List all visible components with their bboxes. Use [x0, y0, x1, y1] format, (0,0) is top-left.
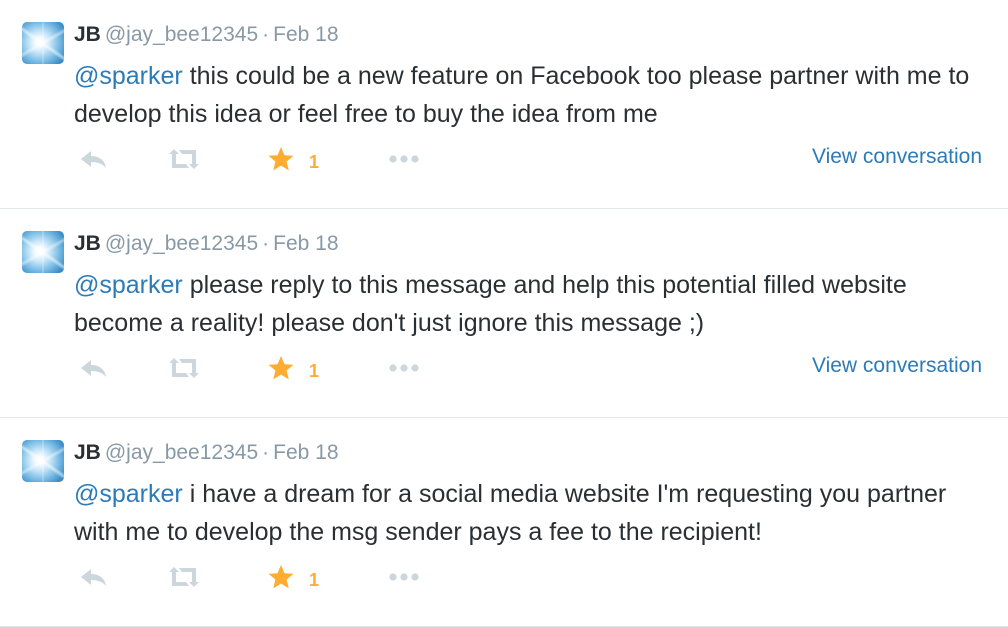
favorite-count: 1: [309, 152, 320, 172]
star-icon[interactable]: [267, 354, 295, 382]
reply-icon[interactable]: [78, 565, 108, 589]
tweet-header: JB @jay_bee12345 · Feb 18: [74, 22, 339, 48]
tweet-date[interactable]: Feb 18: [273, 441, 338, 464]
tweet-header: JB @jay_bee12345 · Feb 18: [74, 231, 339, 257]
separator: ·: [262, 23, 270, 46]
mention-link[interactable]: @sparker: [74, 62, 183, 90]
user-handle[interactable]: @jay_bee12345: [105, 232, 258, 255]
tweet[interactable]: JB @jay_bee12345 · Feb 18 @sparker i have a…: [0, 418, 1008, 627]
user-name[interactable]: JB: [74, 23, 101, 46]
more-icon[interactable]: [386, 565, 422, 589]
favorite-count: 1: [309, 570, 320, 590]
mention-link[interactable]: @sparker: [74, 271, 183, 299]
tweet-actions: 1 View conversation: [74, 350, 1004, 390]
tweet[interactable]: JB @jay_bee12345 · Feb 18 @sparker please r…: [0, 209, 1008, 418]
tweet-date[interactable]: Feb 18: [273, 232, 338, 255]
mention-link[interactable]: @sparker: [74, 480, 183, 508]
more-icon[interactable]: [386, 356, 422, 380]
retweet-icon[interactable]: [166, 356, 202, 380]
tweet[interactable]: JB @jay_bee12345 · Feb 18 @sparker this cou…: [0, 0, 1008, 209]
user-handle[interactable]: @jay_bee12345: [105, 441, 258, 464]
tweet-actions: 1: [74, 559, 1004, 599]
star-icon[interactable]: [267, 145, 295, 173]
tweet-header: JB @jay_bee12345 · Feb 18: [74, 440, 339, 466]
avatar[interactable]: [22, 231, 64, 273]
favorite-count: 1: [309, 361, 320, 381]
retweet-icon[interactable]: [166, 147, 202, 171]
tweet-text: @sparker please reply to this message an…: [74, 266, 984, 342]
reply-icon[interactable]: [78, 147, 108, 171]
tweet-text: @sparker i have a dream for a social med…: [74, 475, 984, 551]
tweet-actions: 1 View conversation: [74, 141, 1004, 181]
user-name[interactable]: JB: [74, 232, 101, 255]
view-conversation-link[interactable]: View conversation: [812, 145, 982, 169]
star-icon[interactable]: [267, 563, 295, 591]
avatar[interactable]: [22, 22, 64, 64]
tweet-body: please reply to this message and help th…: [74, 271, 907, 337]
avatar[interactable]: [22, 440, 64, 482]
retweet-icon[interactable]: [166, 565, 202, 589]
tweet-body: i have a dream for a social media websit…: [74, 480, 947, 546]
separator: ·: [262, 232, 270, 255]
tweet-body: this could be a new feature on Facebook …: [74, 62, 970, 128]
more-icon[interactable]: [386, 147, 422, 171]
reply-icon[interactable]: [78, 356, 108, 380]
tweet-text: @sparker this could be a new feature on …: [74, 57, 984, 133]
view-conversation-link[interactable]: View conversation: [812, 354, 982, 378]
user-name[interactable]: JB: [74, 441, 101, 464]
separator: ·: [262, 441, 270, 464]
user-handle[interactable]: @jay_bee12345: [105, 23, 258, 46]
tweet-date[interactable]: Feb 18: [273, 23, 338, 46]
